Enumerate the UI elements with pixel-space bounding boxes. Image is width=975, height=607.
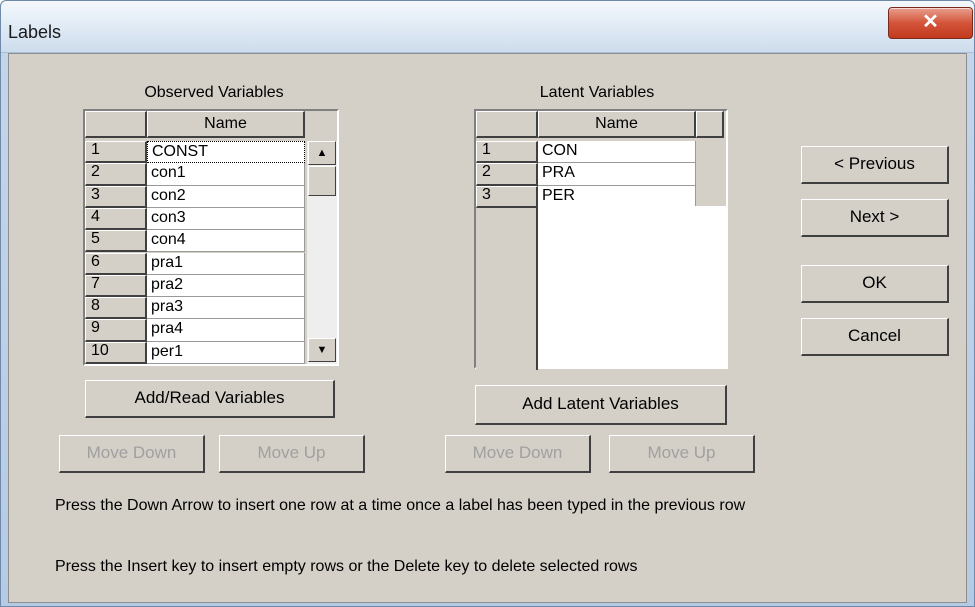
latent-name-column-header[interactable]: Name — [538, 111, 696, 138]
observed-row-number[interactable]: 1 — [85, 141, 147, 164]
observed-row-number[interactable]: 5 — [85, 230, 147, 253]
hint-down-arrow: Press the Down Arrow to insert one row a… — [55, 497, 746, 514]
latent-row-number[interactable]: 2 — [476, 163, 538, 186]
next-button[interactable]: Next > — [801, 199, 949, 237]
observed-variables-grid: Name 1 CONST 2 con1 3 con2 4 con3 5 con4 6 pra1 7 pra… — [83, 109, 339, 366]
title-bar[interactable]: Labels ✕ — [1, 1, 974, 53]
observed-name-cell[interactable]: per1 — [147, 341, 305, 364]
observed-variables-heading: Observed Variables — [144, 84, 284, 101]
observed-corner-header — [85, 111, 147, 138]
observed-row-number[interactable]: 2 — [85, 163, 147, 186]
latent-empty-area — [538, 206, 726, 367]
latent-row-number[interactable]: 3 — [476, 185, 538, 208]
observed-move-down-button[interactable]: Move Down — [59, 435, 205, 473]
latent-name-cell[interactable]: PER — [538, 185, 696, 208]
latent-extra-column-header — [696, 111, 724, 138]
scroll-down-button[interactable]: ▼ — [308, 338, 336, 362]
observed-name-cell[interactable]: con4 — [147, 230, 305, 253]
latent-move-down-button[interactable]: Move Down — [445, 435, 591, 473]
observed-scrollbar[interactable]: ▲ ▼ — [307, 141, 337, 364]
latent-name-cell[interactable]: PRA — [538, 163, 696, 186]
scroll-down-icon: ▼ — [316, 344, 328, 356]
previous-button[interactable]: < Previous — [801, 146, 949, 184]
close-icon: ✕ — [922, 11, 939, 33]
latent-corner-header — [476, 111, 538, 138]
add-latent-variables-button[interactable]: Add Latent Variables — [475, 385, 727, 425]
observed-name-cell[interactable]: pra2 — [147, 274, 305, 298]
latent-variables-grid: Name 1 CON 2 PRA 3 PER — [474, 109, 728, 370]
observed-name-cell[interactable]: pra4 — [147, 319, 305, 342]
scroll-up-button[interactable]: ▲ — [308, 141, 336, 165]
observed-name-column-header[interactable]: Name — [147, 111, 305, 138]
cancel-button[interactable]: Cancel — [801, 318, 949, 356]
observed-name-cell[interactable]: con1 — [147, 163, 305, 186]
observed-row-number[interactable]: 6 — [85, 252, 147, 275]
latent-row-header-area — [476, 207, 538, 370]
observed-row-number[interactable]: 9 — [85, 319, 147, 342]
latent-name-cell[interactable]: CON — [538, 141, 696, 164]
observed-name-cell[interactable]: pra3 — [147, 297, 305, 320]
latent-row-number[interactable]: 1 — [476, 141, 538, 164]
scroll-thumb[interactable] — [308, 166, 336, 196]
observed-name-cell[interactable]: pra1 — [147, 252, 305, 275]
scroll-up-icon: ▲ — [316, 147, 328, 159]
observed-name-cell[interactable]: con3 — [147, 207, 305, 231]
window-title: Labels — [8, 22, 62, 42]
observed-row-number[interactable]: 4 — [85, 207, 147, 231]
observed-move-up-button[interactable]: Move Up — [219, 435, 365, 473]
add-read-variables-button[interactable]: Add/Read Variables — [85, 380, 335, 418]
close-button[interactable]: ✕ — [888, 7, 973, 39]
labels-dialog: Labels ✕ Observed Variables Name 1 CONST 2… — [0, 0, 975, 607]
observed-row-number[interactable]: 8 — [85, 297, 147, 320]
observed-name-cell[interactable]: con2 — [147, 185, 305, 208]
observed-row-number[interactable]: 3 — [85, 185, 147, 208]
observed-name-cell[interactable]: CONST — [147, 141, 305, 164]
latent-move-up-button[interactable]: Move Up — [609, 435, 755, 473]
dialog-client-area: Observed Variables Name 1 CONST 2 con1 3 con2… — [8, 53, 967, 603]
hint-insert-delete: Press the Insert key to insert empty row… — [55, 558, 638, 575]
observed-row-number[interactable]: 7 — [85, 274, 147, 298]
ok-button[interactable]: OK — [801, 265, 949, 303]
latent-variables-heading: Latent Variables — [539, 84, 655, 101]
observed-row-number[interactable]: 10 — [85, 341, 147, 364]
